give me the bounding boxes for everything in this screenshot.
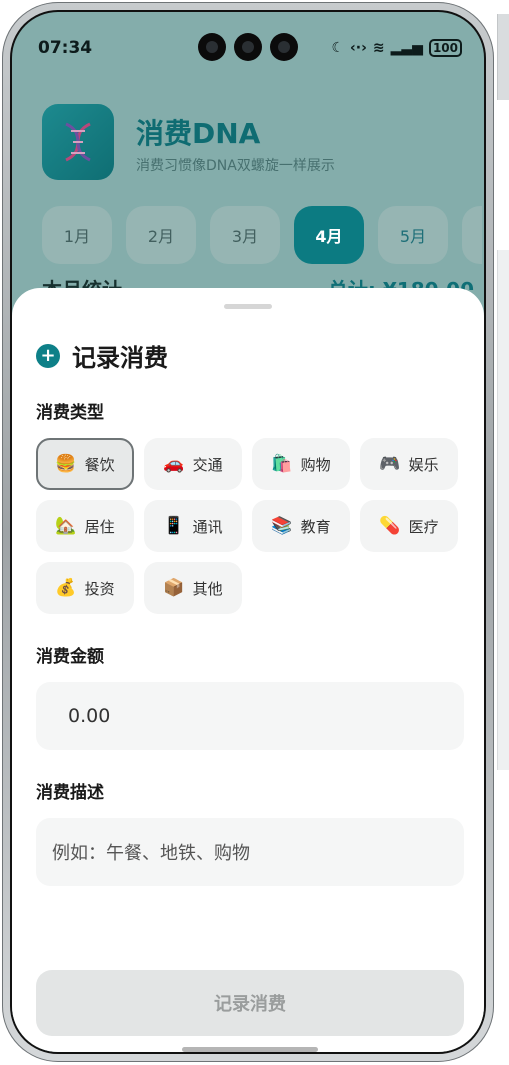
chip-label: 医疗: [408, 517, 439, 536]
category-chip-housing[interactable]: 🏡 居住: [36, 500, 134, 552]
side-tab: [497, 14, 509, 100]
camera-lens-icon: [270, 33, 298, 61]
sheet-title: 记录消费: [72, 344, 168, 372]
chip-label: 其他: [192, 579, 223, 598]
chip-label: 教育: [300, 517, 331, 536]
phone-screen: 07:34 ☾ ‹·› ≋ ▂▃▅ 100 消费DNA 消费习惯像DNA双螺旋一…: [12, 12, 484, 1052]
category-chip-dining[interactable]: 🍔 餐饮: [36, 438, 134, 490]
house-icon: 🏡: [55, 515, 77, 536]
status-icons: ☾ ‹·› ≋ ▂▃▅ 100: [331, 39, 462, 57]
category-chip-entertainment[interactable]: 🎮 娱乐: [360, 438, 458, 490]
category-chip-other[interactable]: 📦 其他: [144, 562, 242, 614]
phone-frame: 07:34 ☾ ‹·› ≋ ▂▃▅ 100 消费DNA 消费习惯像DNA双螺旋一…: [2, 2, 494, 1062]
gamepad-icon: 🎮: [379, 453, 401, 474]
category-chip-education[interactable]: 📚 教育: [252, 500, 350, 552]
moon-icon: ☾: [331, 40, 345, 56]
category-chip-shopping[interactable]: 🛍️ 购物: [252, 438, 350, 490]
camera-lens-icon: [198, 33, 226, 61]
shopping-bag-icon: 🛍️: [271, 453, 293, 474]
category-chip-transport[interactable]: 🚗 交通: [144, 438, 242, 490]
chip-label: 餐饮: [84, 455, 115, 474]
category-chip-investment[interactable]: 💰 投资: [36, 562, 134, 614]
home-indicator[interactable]: [182, 1047, 318, 1052]
chip-label: 通讯: [192, 517, 223, 536]
side-strip: [497, 250, 509, 770]
chip-label: 交通: [192, 455, 223, 474]
books-icon: 📚: [271, 515, 293, 536]
month-tab-2[interactable]: 2月: [126, 206, 196, 264]
signal-icon: ▂▃▅: [390, 40, 423, 56]
chip-label: 购物: [300, 455, 331, 474]
car-icon: 🚗: [163, 453, 185, 474]
record-expense-button[interactable]: 记录消费: [36, 970, 464, 1036]
phone-bezel: 07:34 ☾ ‹·› ≋ ▂▃▅ 100 消费DNA 消费习惯像DNA双螺旋一…: [10, 10, 486, 1054]
category-label: 消费类型: [36, 403, 104, 423]
money-bag-icon: 💰: [55, 577, 77, 598]
summary-row: 本月统计 总计: ¥180.00: [42, 270, 482, 290]
app-title: 消费DNA: [136, 117, 261, 150]
drag-handle[interactable]: [224, 304, 272, 309]
package-icon: 📦: [163, 577, 185, 598]
add-expense-sheet: + 记录消费 消费类型 🍔 餐饮 🚗 交通 🛍️ 购物 🎮 娱乐 🏡 居住 📱 …: [12, 288, 484, 1052]
burger-icon: 🍔: [55, 453, 77, 474]
chip-label: 居住: [84, 517, 115, 536]
month-tab-4[interactable]: 4月: [294, 206, 364, 264]
battery-icon: 100: [428, 39, 462, 57]
month-tab-3[interactable]: 3月: [210, 206, 280, 264]
month-selector: 1月 2月 3月 4月 5月: [42, 206, 482, 266]
month-tab-partial[interactable]: [462, 206, 482, 264]
description-label: 消费描述: [36, 783, 104, 803]
amount-input[interactable]: 0.00: [36, 682, 464, 750]
wifi-icon: ≋: [372, 40, 385, 56]
app-subtitle: 消费习惯像DNA双螺旋一样展示: [136, 158, 335, 174]
category-chip-telecom[interactable]: 📱 通讯: [144, 500, 242, 552]
amount-label: 消费金额: [36, 647, 104, 667]
camera-lens-icon: [234, 33, 262, 61]
dna-logo-icon: [42, 104, 114, 180]
chip-label: 投资: [84, 579, 115, 598]
pill-icon: 💊: [379, 515, 401, 536]
description-input[interactable]: 例如：午餐、地铁、购物: [36, 818, 464, 886]
status-bar: 07:34 ☾ ‹·› ≋ ▂▃▅ 100: [12, 12, 484, 62]
data-transfer-icon: ‹·›: [350, 40, 367, 56]
month-tab-1[interactable]: 1月: [42, 206, 112, 264]
plus-circle-icon: +: [36, 343, 60, 368]
chip-label: 娱乐: [408, 455, 439, 474]
category-chip-medical[interactable]: 💊 医疗: [360, 500, 458, 552]
status-time: 07:34: [38, 38, 93, 58]
sheet-header: + 记录消费: [36, 338, 168, 373]
dna-helix-icon: [65, 122, 91, 162]
phone-icon: 📱: [163, 515, 185, 536]
month-tab-5[interactable]: 5月: [378, 206, 448, 264]
